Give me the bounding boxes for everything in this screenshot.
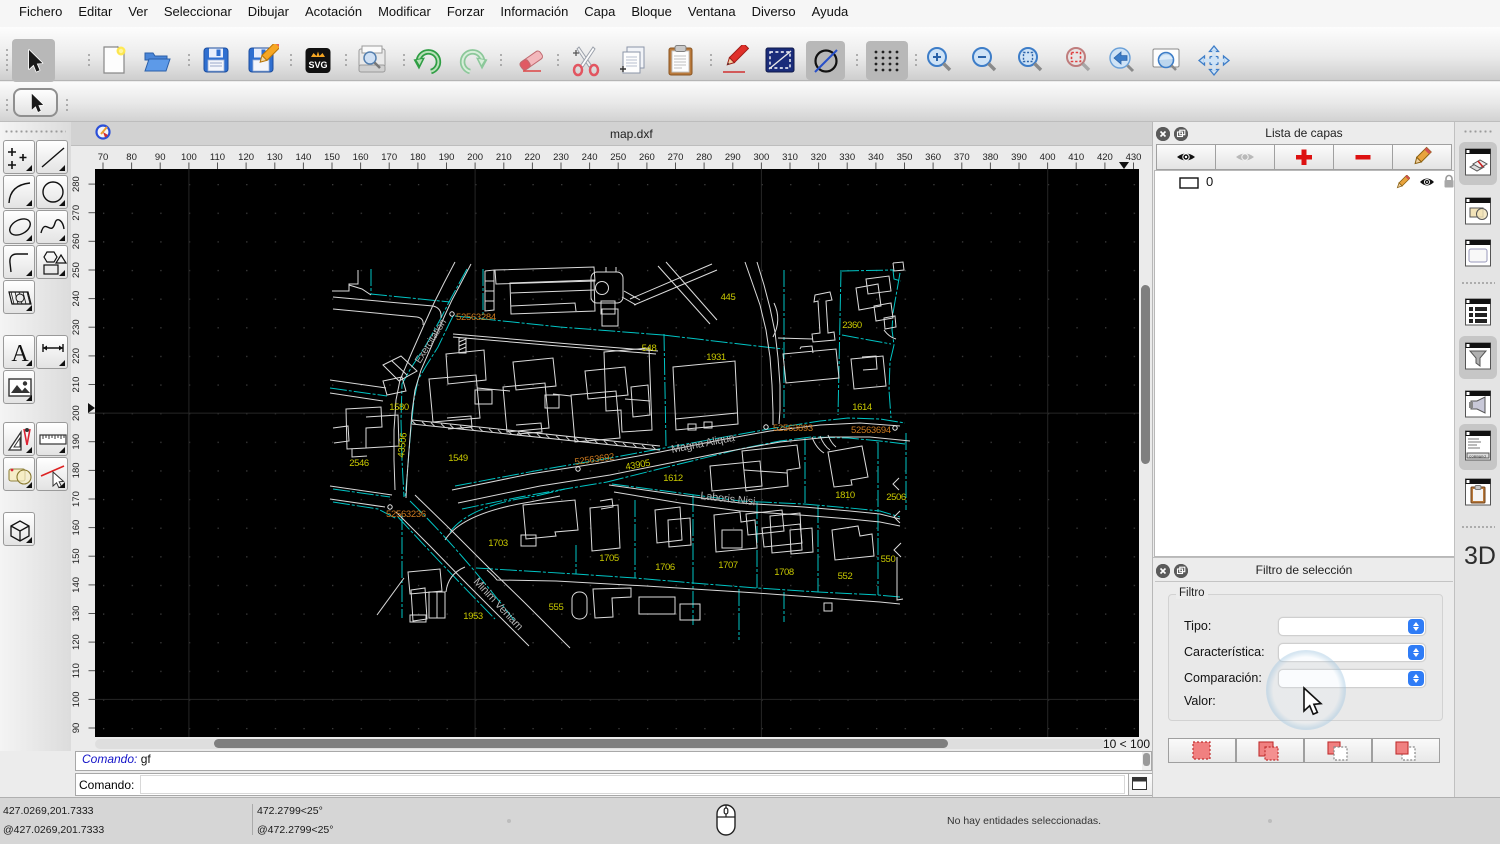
svg-text:350: 350 [897, 152, 913, 163]
svg-text:1706: 1706 [655, 562, 675, 573]
svg-text:190: 190 [439, 152, 455, 163]
svg-text:150: 150 [71, 548, 82, 564]
svg-text:200: 200 [467, 152, 483, 163]
svg-text:180: 180 [410, 152, 426, 163]
svg-text:1953: 1953 [463, 611, 483, 622]
svg-text:390: 390 [1011, 152, 1027, 163]
svg-text:140: 140 [295, 152, 311, 163]
svg-text:200: 200 [71, 405, 82, 421]
svg-text:170: 170 [381, 152, 397, 163]
svg-text:270: 270 [71, 205, 82, 221]
svg-text:110: 110 [210, 152, 225, 163]
svg-text:410: 410 [1068, 152, 1084, 163]
svg-text:120: 120 [71, 634, 82, 650]
svg-text:180: 180 [71, 462, 82, 478]
svg-text:2360: 2360 [842, 320, 862, 331]
svg-text:52563693: 52563693 [773, 423, 813, 434]
svg-text:240: 240 [582, 152, 598, 163]
svg-text:170: 170 [71, 491, 82, 507]
svg-text:1612: 1612 [663, 473, 683, 484]
svg-text:260: 260 [71, 233, 82, 249]
svg-text:SVG: SVG [308, 60, 327, 70]
svg-text:270: 270 [668, 152, 684, 163]
svg-text:330: 330 [839, 152, 855, 163]
svg-text:445: 445 [721, 292, 736, 303]
svg-text:220: 220 [524, 152, 540, 163]
svg-text:52563694: 52563694 [851, 425, 891, 436]
svg-text:90: 90 [155, 152, 166, 163]
svg-text:90: 90 [71, 723, 82, 734]
svg-text:430: 430 [1126, 152, 1142, 163]
svg-text:280: 280 [71, 176, 82, 192]
svg-text:420: 420 [1097, 152, 1113, 163]
svg-text:130: 130 [71, 606, 82, 622]
svg-text:400: 400 [1040, 152, 1056, 163]
svg-text:100: 100 [181, 152, 197, 163]
svg-text:140: 140 [71, 577, 82, 593]
svg-text:130: 130 [267, 152, 283, 163]
svg-text:290: 290 [725, 152, 741, 163]
svg-text:250: 250 [610, 152, 626, 163]
svg-text:550: 550 [881, 554, 896, 565]
svg-text:1580: 1580 [389, 402, 409, 413]
svg-text:160: 160 [71, 520, 82, 536]
svg-text:320: 320 [811, 152, 827, 163]
svg-text:command: command [1469, 455, 1486, 460]
svg-text:300: 300 [753, 152, 769, 163]
svg-text:1931: 1931 [706, 352, 726, 363]
svg-text:160: 160 [353, 152, 369, 163]
svg-text:1614: 1614 [852, 402, 872, 413]
svg-text:280: 280 [696, 152, 712, 163]
svg-text:1703: 1703 [488, 538, 508, 549]
svg-text:250: 250 [71, 262, 82, 278]
svg-text:220: 220 [71, 348, 82, 364]
svg-text:100: 100 [71, 691, 82, 707]
svg-text:240: 240 [71, 291, 82, 307]
svg-text:548: 548 [642, 343, 657, 354]
svg-text:310: 310 [782, 152, 798, 163]
svg-text:190: 190 [71, 434, 82, 450]
svg-text:1707: 1707 [718, 560, 738, 571]
svg-text:260: 260 [639, 152, 655, 163]
svg-text:552: 552 [838, 571, 853, 582]
svg-text:555: 555 [549, 602, 564, 613]
svg-text:380: 380 [982, 152, 998, 163]
svg-text:210: 210 [496, 152, 512, 163]
svg-text:1708: 1708 [774, 567, 794, 578]
svg-text:230: 230 [553, 152, 569, 163]
svg-text:2506: 2506 [886, 492, 906, 503]
svg-text:370: 370 [954, 152, 970, 163]
svg-text:A: A [11, 341, 29, 367]
svg-text:110: 110 [71, 663, 82, 678]
svg-text:52563284: 52563284 [456, 312, 496, 323]
svg-text:150: 150 [324, 152, 340, 163]
svg-text:360: 360 [925, 152, 941, 163]
svg-text:52563236: 52563236 [386, 509, 426, 520]
svg-text:340: 340 [868, 152, 884, 163]
svg-text:1549: 1549 [448, 453, 468, 464]
svg-text:80: 80 [126, 152, 137, 163]
svg-text:1705: 1705 [599, 553, 619, 564]
svg-text:230: 230 [71, 319, 82, 335]
svg-text:120: 120 [238, 152, 254, 163]
svg-text:1810: 1810 [835, 490, 855, 501]
svg-text:70: 70 [98, 152, 109, 163]
svg-text:210: 210 [71, 377, 82, 393]
svg-text:2546: 2546 [349, 458, 369, 469]
